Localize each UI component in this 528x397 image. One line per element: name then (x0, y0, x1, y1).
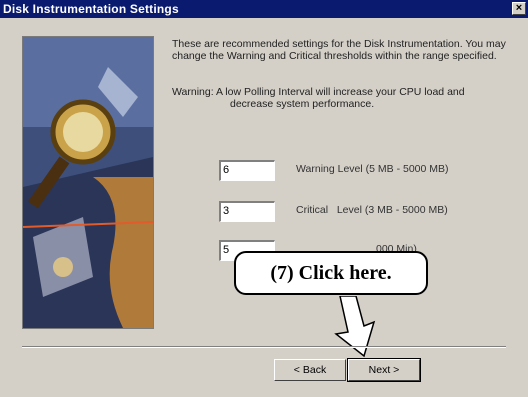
disk-instrumentation-dialog: Disk Instrumentation Settings × These ar… (0, 0, 528, 397)
close-button[interactable]: × (512, 2, 526, 15)
back-button[interactable]: < Back (274, 359, 346, 381)
warning-line-2: decrease system performance. (230, 98, 375, 110)
title-bar: Disk Instrumentation Settings × (0, 0, 528, 18)
critical-level-input[interactable]: 3 (219, 201, 275, 222)
critical-level-label: Critical Level (3 MB - 5000 MB) (296, 204, 448, 216)
click-here-callout: (7) Click here. (234, 251, 428, 295)
footer-divider (22, 346, 506, 348)
warning-line-1: Warning: A low Polling Interval will inc… (172, 86, 465, 98)
pointer-arrow-icon (334, 296, 376, 358)
warning-level-label: Warning Level (5 MB - 5000 MB) (296, 163, 449, 175)
window-title: Disk Instrumentation Settings (3, 2, 179, 16)
warning-level-input[interactable]: 6 (219, 160, 275, 181)
warning-text: Warning: A low Polling Interval will inc… (172, 86, 524, 110)
next-button[interactable]: Next > (347, 358, 421, 382)
description-text: These are recommended settings for the D… (172, 38, 506, 62)
wizard-illustration (22, 36, 154, 329)
